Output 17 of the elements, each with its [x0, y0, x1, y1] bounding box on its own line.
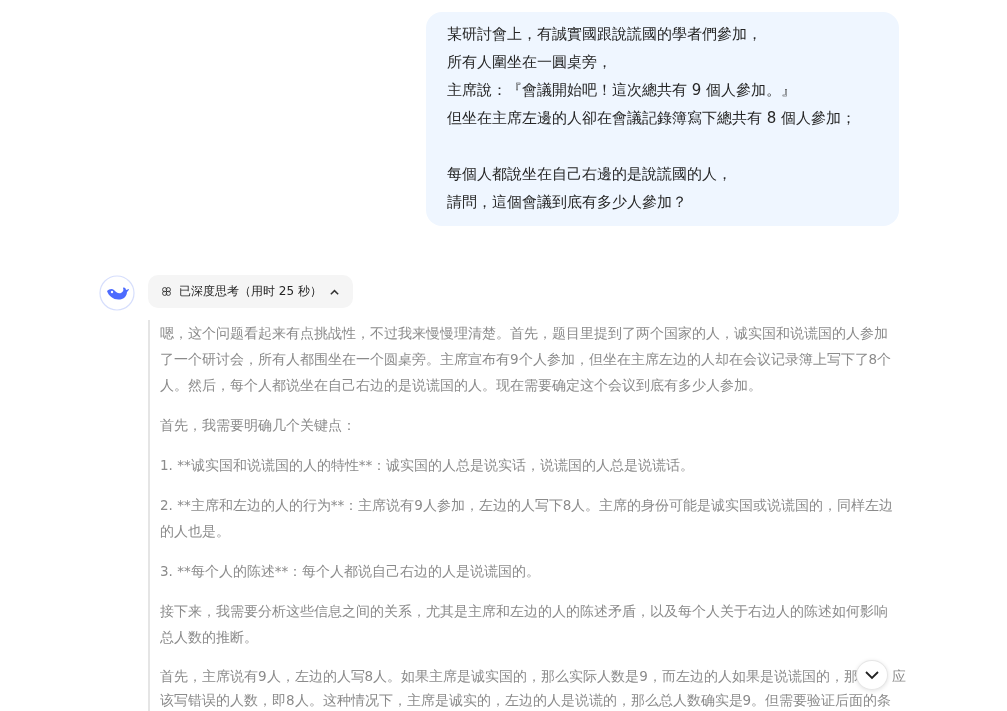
- reasoning-paragraph: 3. **每个人的陈述**：每个人都说自己右边的人是说谎国的。: [160, 562, 542, 581]
- reasoning-paragraph: 嗯，这个问题看起来有点挑战性，不过我来慢慢理清楚。首先，题目里提到了两个国家的人，诚实国和说谎国的人参加 了一个研讨会，所有人都围坐在一个圆桌旁。主席宣布有9个人参加，但坐在主席左边的人却在会议记录簿上写下了8个 人。然后，每个人都说坐在自己右边的是说谎国的人。现在需要确定这个会议到底有多少人参加。: [160, 324, 893, 395]
- scroll-down-button[interactable]: [856, 660, 888, 690]
- caret-icon: [328, 287, 340, 296]
- atom-icon: [161, 286, 172, 297]
- reasoning-paragraph: 接下来，我需要分析这些信息之间的关系，尤其是主席和左边的人的陈述矛盾，以及每个人关于右边人的陈述如何影响 总人数的推断。: [160, 602, 889, 647]
- user-message-text: 每個人都說坐在自己右邊的是說謊國的人， 請問，這個會議到底有多少人參加？: [447, 164, 733, 213]
- user-message-text: 某研討會上，有誠實國跟說謊國的學者們參加， 所有人圍坐在一圓桌旁， 主席說：『會議開始吧！這次總共有 9 個人參加。』 但坐在主席左邊的人卻在會議記錄簿寫下總共有 8 個人參加；: [447, 24, 858, 129]
- reasoning-paragraph: 2. **主席和左边的人的行为**：主席说有9人参加，左边的人写下8人。主席的身份可能是诚实国或说谎国的，同样左边 的人也是。: [160, 496, 895, 541]
- reasoning-line: 该写错误的人数，即8人。这种情况下，主席是诚实的，左边的人是说谎的，那么总人数确实是9。但需要验证后面的条: [160, 691, 892, 710]
- reasoning-line: 首先，主席说有9人，左边的人写8人。如果主席是诚实国的，那么实际人数是9，而左边的人如果是说谎国的，那: [160, 667, 858, 686]
- reasoning-paragraph: 首先，我需要明确几个关键点：: [160, 416, 357, 435]
- whale-avatar-icon: [99, 275, 135, 311]
- reasoning-paragraph: 1. **诚实国和说谎国的人的特性**：诚实国的人总是说实话，说谎国的人总是说谎话。: [160, 456, 696, 475]
- reasoning-line: 应: [891, 667, 906, 686]
- deep-thinking-toggle[interactable]: 已深度思考（用时 25 秒）: [148, 275, 353, 308]
- chevron-down-icon: [864, 670, 880, 680]
